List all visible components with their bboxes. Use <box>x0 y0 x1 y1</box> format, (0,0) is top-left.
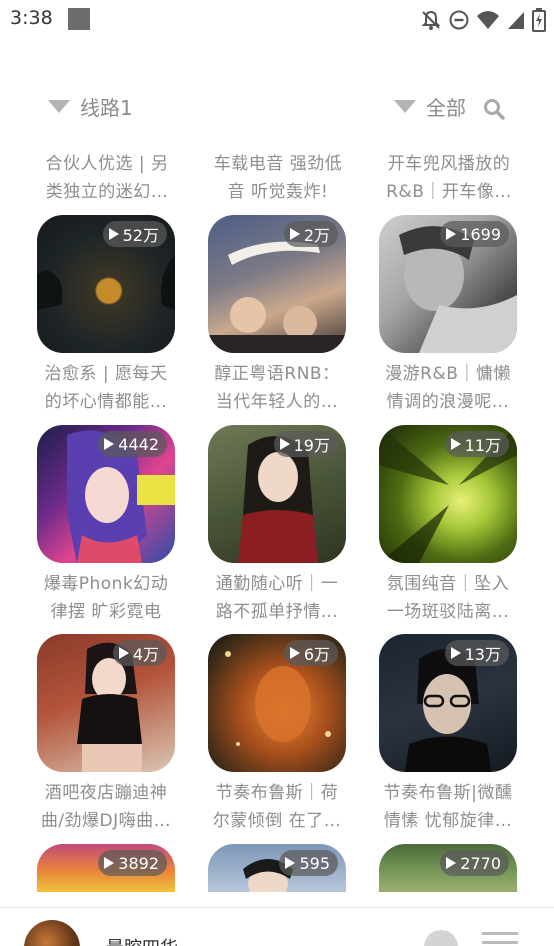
play-count-badge: 19万 <box>273 431 338 457</box>
playlist-caption: 节奏布鲁斯|微醺 情愫 忧郁旋律… <box>383 783 513 831</box>
mini-player[interactable]: 最腔四华 <box>0 907 554 946</box>
play-count-badge: 11万 <box>444 431 509 457</box>
playlist-icon[interactable] <box>482 932 518 946</box>
playlist-caption[interactable]: 车载电音 强劲低 音 听觉轰炸! <box>203 150 353 206</box>
playlist-cover: 595 <box>208 844 346 892</box>
pause-icon[interactable] <box>424 930 458 946</box>
playlist-caption[interactable]: 合伙人优选 | 另 类独立的迷幻… <box>32 150 182 206</box>
play-count-badge: 2770 <box>440 850 509 876</box>
route-selector[interactable]: 线路1 <box>48 92 133 121</box>
filter-bar: 线路1 全部 <box>0 92 554 128</box>
play-icon <box>279 438 290 450</box>
player-cover <box>24 920 80 946</box>
play-count-badge: 52万 <box>102 221 167 247</box>
playlist-cover: 11万 <box>379 425 517 563</box>
status-time: 3:38 <box>10 7 53 29</box>
playlist-caption: 醇正粤语RNB： 当代年轻人的… <box>214 364 340 412</box>
player-song-title: 最腔四华 <box>106 934 178 946</box>
battery-charging-icon <box>532 8 546 32</box>
play-count-badge: 4442 <box>98 431 167 457</box>
play-count-badge: 6万 <box>283 640 338 666</box>
category-selector[interactable]: 全部 <box>394 92 466 121</box>
app-notification-icon <box>68 8 90 30</box>
playlist-cover: 19万 <box>208 425 346 563</box>
notifications-off-icon <box>421 10 441 30</box>
status-bar: 3:38 <box>0 0 554 40</box>
playlist-cover: 3892 <box>37 844 175 892</box>
playlist-caption: 漫游R&B｜慵懒 情调的浪漫呢… <box>385 364 511 412</box>
play-icon <box>450 438 461 450</box>
playlist-cover: 52万 <box>37 215 175 353</box>
play-icon <box>104 438 115 450</box>
search-icon[interactable] <box>483 98 505 120</box>
playlist-cover: 4万 <box>37 634 175 772</box>
playlist-cover: 1699 <box>379 215 517 353</box>
playlist-cover: 2万 <box>208 215 346 353</box>
wifi-icon <box>477 11 499 29</box>
play-icon <box>289 647 300 659</box>
category-label: 全部 <box>426 96 466 120</box>
play-icon <box>104 857 115 869</box>
play-icon <box>118 647 129 659</box>
play-icon <box>285 857 296 869</box>
playlist-caption: 酒吧夜店蹦迪神 曲/劲爆DJ嗨曲… <box>40 783 172 831</box>
playlist-caption: 节奏布鲁斯｜荷 尔蒙倾倒 在了… <box>212 783 342 831</box>
play-icon <box>289 228 300 240</box>
do-not-disturb-icon <box>449 10 469 30</box>
playlist-caption: 治愈系 | 愿每天 的坏心情都能… <box>44 364 168 412</box>
dropdown-triangle-icon <box>394 100 416 113</box>
play-icon <box>446 228 457 240</box>
playlist-caption: 通勤随心听｜一 路不孤单抒情… <box>215 574 339 622</box>
signal-icon <box>508 12 524 29</box>
dropdown-triangle-icon <box>48 100 70 113</box>
play-count-badge: 13万 <box>444 640 509 666</box>
play-count-badge: 1699 <box>440 221 509 247</box>
playlist-caption: 爆毒Phonk幻动 律摆 旷彩霓电 <box>43 574 169 622</box>
playlist-cover: 6万 <box>208 634 346 772</box>
route-label: 线路1 <box>80 96 133 120</box>
playlist-cover: 13万 <box>379 634 517 772</box>
playlist-caption[interactable]: 开车兜风播放的 R&B｜开车像… <box>374 150 524 206</box>
play-count-badge: 3892 <box>98 850 167 876</box>
playlist-cover: 4442 <box>37 425 175 563</box>
play-icon <box>446 857 457 869</box>
play-icon <box>450 647 461 659</box>
play-icon <box>108 228 119 240</box>
status-icons <box>420 8 546 32</box>
playlist-cover: 2770 <box>379 844 517 892</box>
play-count-badge: 2万 <box>283 221 338 247</box>
play-count-badge: 595 <box>279 850 338 876</box>
play-count-badge: 4万 <box>112 640 167 666</box>
playlist-caption: 氛围纯音｜坠入 一场斑驳陆离… <box>386 574 510 622</box>
